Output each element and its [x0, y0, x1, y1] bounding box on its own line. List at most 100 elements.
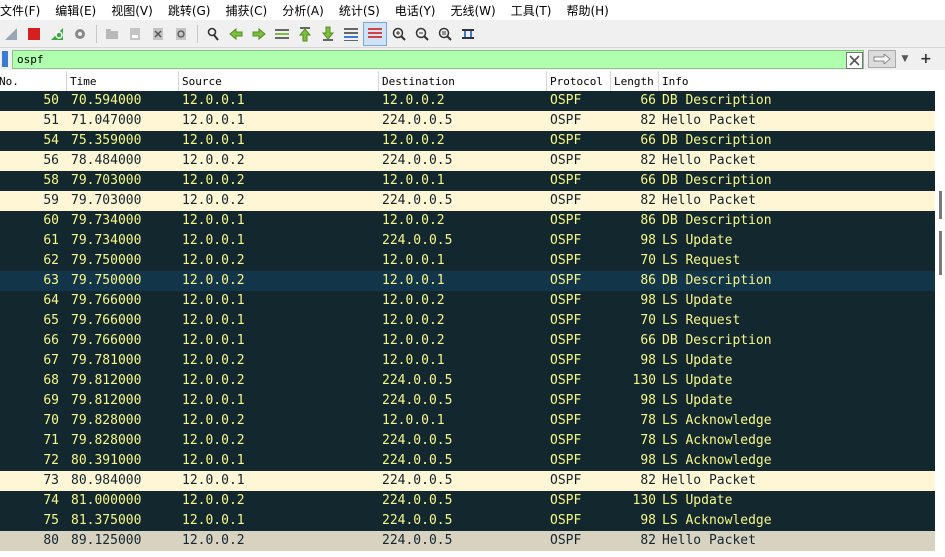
display-filter-input[interactable]: ospf: [12, 49, 864, 69]
cell-no: 66: [43, 333, 59, 348]
chevron-down-icon[interactable]: ▼: [898, 51, 912, 67]
column-divider[interactable]: [378, 71, 379, 91]
menu-go[interactable]: 跳转(G): [168, 2, 219, 19]
go-back-icon[interactable]: [225, 23, 247, 45]
menu-telephony[interactable]: 电话(Y): [395, 2, 444, 19]
table-row[interactable]: 61 79.734000 12.0.0.1 224.0.0.5 OSPF 98 LS Upd…: [0, 231, 935, 251]
open-folder-icon[interactable]: [101, 23, 123, 45]
table-row[interactable]: 80 89.125000 12.0.0.2 224.0.0.5 OSPF 82 Hello …: [0, 531, 935, 551]
menu-view[interactable]: 视图(V): [111, 2, 161, 19]
autoscroll-icon[interactable]: [340, 23, 362, 45]
cell-src: 12.0.0.1: [182, 233, 245, 248]
cell-src: 12.0.0.1: [182, 513, 245, 528]
table-row[interactable]: 75 81.375000 12.0.0.1 224.0.0.5 OSPF 98 LS Ack…: [0, 511, 935, 531]
table-row[interactable]: 68 79.812000 12.0.0.2 224.0.0.5 OSPF 130 LS Up…: [0, 371, 935, 391]
menu-help[interactable]: 帮助(H): [566, 2, 616, 19]
column-destination[interactable]: Destination: [382, 75, 455, 88]
cell-time: 70.594000: [71, 93, 142, 108]
cell-no: 50: [43, 93, 59, 108]
menu-file[interactable]: 文件(F): [0, 2, 48, 19]
table-row[interactable]: 51 71.047000 12.0.0.1 224.0.0.5 OSPF 82 Hello …: [0, 111, 935, 131]
cell-no: 75: [43, 513, 59, 528]
table-row[interactable]: 66 79.766000 12.0.0.1 12.0.0.2 OSPF 66 DB Desc…: [0, 331, 935, 351]
packet-list-header: No. Time Source Destination Protocol Len…: [0, 71, 935, 92]
find-icon[interactable]: [202, 23, 224, 45]
cell-no: 60: [43, 213, 59, 228]
table-row[interactable]: 60 79.734000 12.0.0.1 12.0.0.2 OSPF 86 DB Desc…: [0, 211, 935, 231]
cell-src: 12.0.0.2: [182, 433, 245, 448]
cell-no: 63: [43, 273, 59, 288]
restart-icon[interactable]: [46, 23, 68, 45]
go-forward-icon[interactable]: [248, 23, 270, 45]
column-time[interactable]: Time: [70, 75, 97, 88]
clear-filter-icon[interactable]: [846, 51, 863, 69]
close-file-icon[interactable]: [147, 23, 169, 45]
table-row[interactable]: 74 81.000000 12.0.0.2 224.0.0.5 OSPF 130 LS Up…: [0, 491, 935, 511]
table-row[interactable]: 72 80.391000 12.0.0.1 224.0.0.5 OSPF 98 LS Ack…: [0, 451, 935, 471]
menu-capture[interactable]: 捕获(C): [225, 2, 275, 19]
first-packet-icon[interactable]: [294, 23, 316, 45]
column-protocol[interactable]: Protocol: [550, 75, 603, 88]
cell-dst: 224.0.0.5: [382, 513, 453, 528]
table-row[interactable]: 63 79.750000 12.0.0.2 12.0.0.1 OSPF 86 DB Desc…: [0, 271, 935, 291]
add-filter-button[interactable]: +: [920, 51, 932, 67]
menu-statistics[interactable]: 统计(S): [339, 2, 388, 19]
scrollbar-thumb[interactable]: [939, 231, 942, 275]
cell-src: 12.0.0.1: [182, 313, 245, 328]
table-row[interactable]: 64 79.766000 12.0.0.1 12.0.0.2 OSPF 98 LS Upda…: [0, 291, 935, 311]
reload-icon[interactable]: [170, 23, 192, 45]
filter-bookmark-icon[interactable]: [2, 51, 8, 67]
column-divider[interactable]: [546, 71, 547, 91]
save-file-icon[interactable]: [124, 23, 146, 45]
go-to-packet-icon[interactable]: [271, 23, 293, 45]
zoom-reset-icon[interactable]: [434, 23, 456, 45]
zoom-in-icon[interactable]: [388, 23, 410, 45]
menu-tools[interactable]: 工具(T): [511, 2, 560, 19]
table-row[interactable]: 56 78.484000 12.0.0.2 224.0.0.5 OSPF 82 Hello …: [0, 151, 935, 171]
packet-list[interactable]: 50 70.594000 12.0.0.1 12.0.0.2 OSPF 66 DB Desc…: [0, 91, 935, 557]
menu-edit[interactable]: 编辑(E): [55, 2, 104, 19]
shark-fin-icon[interactable]: [0, 23, 22, 45]
table-row[interactable]: 73 80.984000 12.0.0.1 224.0.0.5 OSPF 82 Hello …: [0, 471, 935, 491]
table-row[interactable]: 67 79.781000 12.0.0.2 12.0.0.1 OSPF 98 LS Upda…: [0, 351, 935, 371]
column-divider[interactable]: [178, 71, 179, 91]
column-divider[interactable]: [658, 71, 659, 91]
resize-columns-icon[interactable]: [457, 23, 479, 45]
table-row[interactable]: 58 79.703000 12.0.0.2 12.0.0.1 OSPF 66 DB Desc…: [0, 171, 935, 191]
stop-icon[interactable]: [23, 23, 45, 45]
table-row[interactable]: 70 79.828000 12.0.0.2 12.0.0.1 OSPF 78 LS Ackn…: [0, 411, 935, 431]
table-row[interactable]: 59 79.703000 12.0.0.2 224.0.0.5 OSPF 82 Hello …: [0, 191, 935, 211]
main-toolbar: [0, 20, 945, 48]
cell-proto: OSPF: [550, 333, 582, 348]
menu-analyze[interactable]: 分析(A): [282, 2, 332, 19]
cell-info: DB Description: [662, 133, 772, 148]
column-source[interactable]: Source: [182, 75, 222, 88]
menu-wireless[interactable]: 无线(W): [451, 2, 504, 19]
column-no[interactable]: No.: [0, 75, 19, 88]
cell-proto: OSPF: [550, 153, 582, 168]
cell-no: 71: [43, 433, 59, 448]
cell-dst: 12.0.0.1: [382, 413, 445, 428]
cell-len: 66: [640, 333, 656, 348]
cell-proto: OSPF: [550, 473, 582, 488]
table-row[interactable]: 62 79.750000 12.0.0.2 12.0.0.1 OSPF 70 LS Requ…: [0, 251, 935, 271]
column-divider[interactable]: [66, 71, 67, 91]
cell-src: 12.0.0.1: [182, 113, 245, 128]
column-info[interactable]: Info: [662, 75, 689, 88]
column-length[interactable]: Length: [614, 75, 654, 88]
packet-list-scrollbar[interactable]: [935, 71, 945, 557]
table-row[interactable]: 50 70.594000 12.0.0.1 12.0.0.2 OSPF 66 DB Desc…: [0, 91, 935, 111]
table-row[interactable]: 71 79.828000 12.0.0.2 224.0.0.5 OSPF 78 LS Ack…: [0, 431, 935, 451]
table-row[interactable]: 54 75.359000 12.0.0.1 12.0.0.2 OSPF 66 DB Desc…: [0, 131, 935, 151]
zoom-out-icon[interactable]: [411, 23, 433, 45]
apply-filter-button[interactable]: [868, 50, 896, 68]
cell-len: 70: [640, 313, 656, 328]
cell-info: LS Update: [662, 393, 733, 408]
column-divider[interactable]: [610, 71, 611, 91]
colorize-icon[interactable]: [363, 21, 387, 46]
table-row[interactable]: 65 79.766000 12.0.0.1 12.0.0.2 OSPF 70 LS Requ…: [0, 311, 935, 331]
last-packet-icon[interactable]: [317, 23, 339, 45]
table-row[interactable]: 69 79.812000 12.0.0.1 224.0.0.5 OSPF 98 LS Upd…: [0, 391, 935, 411]
options-gear-icon[interactable]: [69, 23, 91, 45]
cell-len: 130: [632, 493, 656, 508]
